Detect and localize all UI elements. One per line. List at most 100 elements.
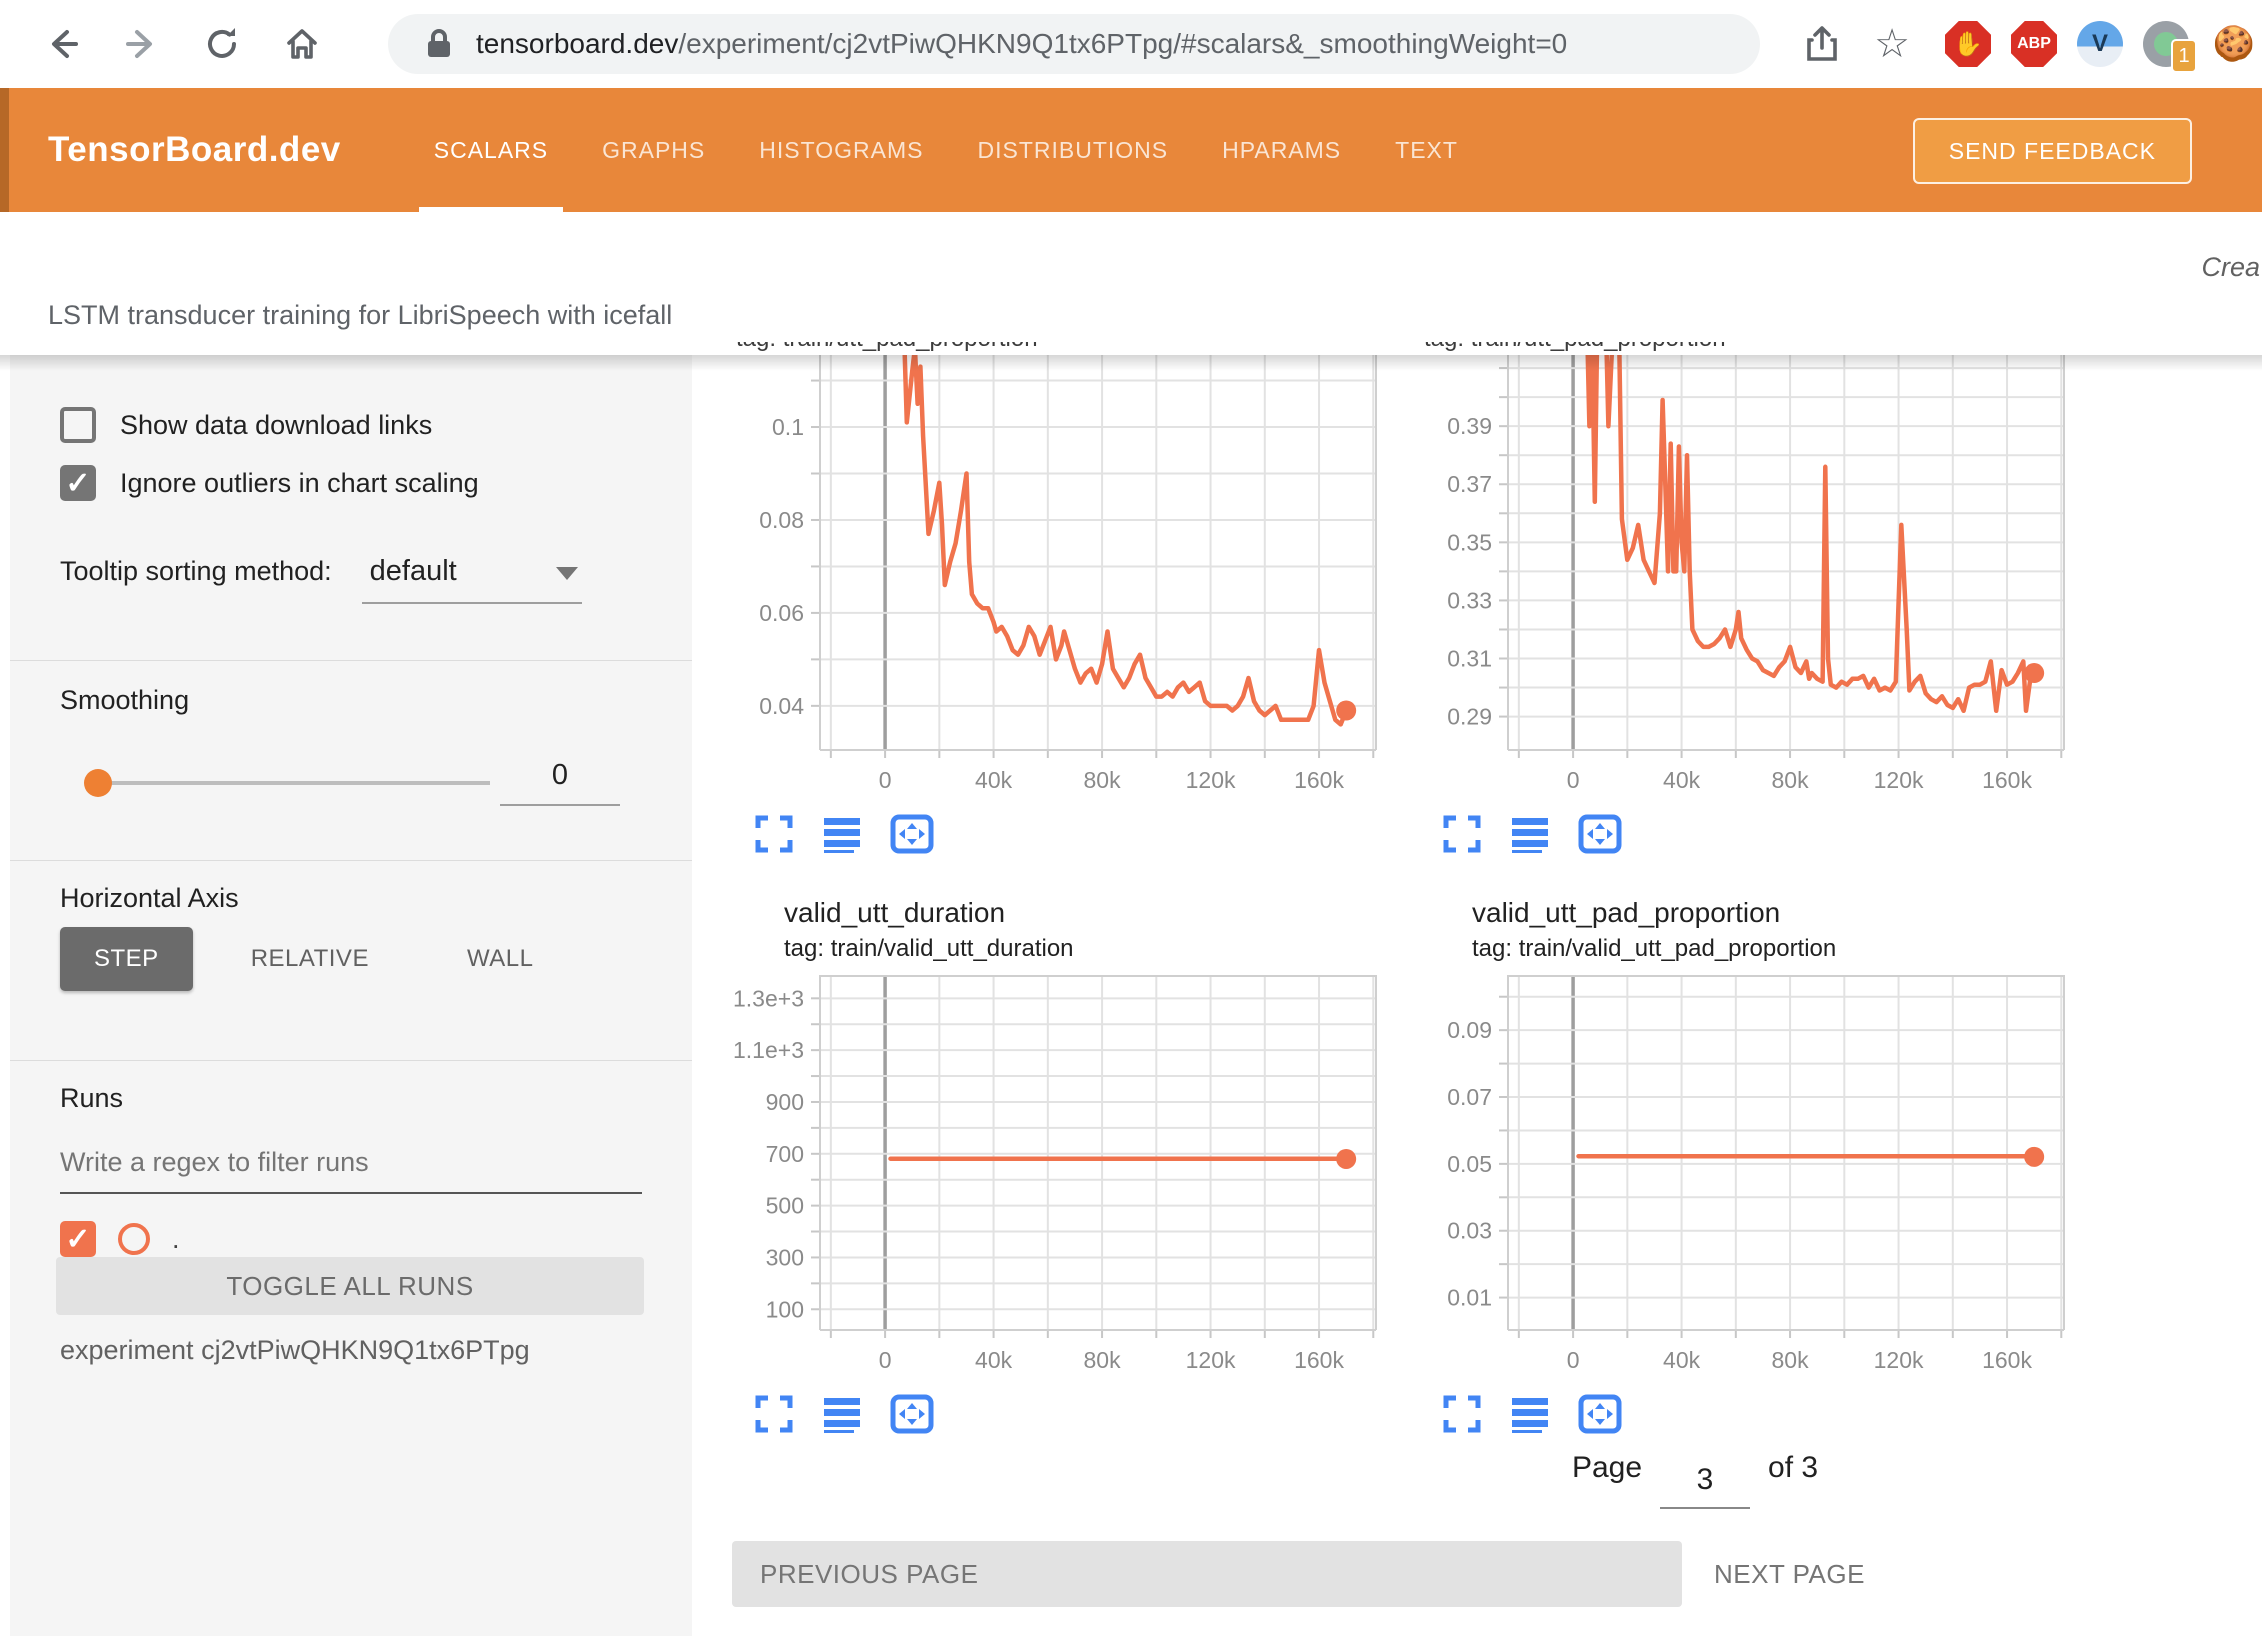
axis-step-button[interactable]: STEP [60, 927, 193, 991]
y-axis-toggle-icon[interactable] [1510, 1394, 1550, 1434]
home-icon[interactable] [276, 18, 328, 70]
smoothing-slider-track[interactable] [98, 781, 490, 785]
chart-area: 0.040.060.080.1040k80k120k160k 0.290.310… [692, 355, 2262, 1636]
svg-text:120k: 120k [1186, 1347, 1236, 1373]
forward-icon[interactable] [116, 18, 168, 70]
runs-filter-input[interactable]: Write a regex to filter runs [60, 1147, 642, 1194]
run-color-swatch[interactable] [118, 1223, 150, 1255]
info-band: Crea LSTM transducer training for LibriS… [0, 212, 2262, 355]
scalar-chart-card: 0.040.060.080.1040k80k120k160k [692, 355, 1380, 854]
fit-domain-icon[interactable] [890, 1394, 934, 1434]
lock-icon [424, 27, 454, 61]
show-download-links-row[interactable]: Show data download links [60, 407, 432, 443]
page-of-label: of 3 [1768, 1451, 1818, 1485]
tooltip-sorting-label: Tooltip sorting method: [60, 556, 332, 587]
chart-plot[interactable]: 0.040.060.080.1040k80k120k160k [692, 355, 1380, 802]
extension-v-icon[interactable]: V [2076, 20, 2124, 68]
chart-actions [754, 814, 1380, 854]
chart-tag: tag: train/valid_utt_duration [784, 935, 1380, 963]
chart-title: valid_utt_duration [784, 897, 1380, 929]
svg-text:40k: 40k [1663, 767, 1701, 793]
svg-text:0: 0 [1567, 1347, 1580, 1373]
chart-plot[interactable]: 0.290.310.330.350.370.39040k80k120k160k [1380, 355, 2068, 802]
ignore-outliers-label: Ignore outliers in chart scaling [120, 468, 479, 499]
run-row: ✓ . [60, 1221, 180, 1257]
address-bar[interactable]: tensorboard.dev/experiment/cj2vtPiwQHKN9… [388, 14, 1760, 74]
chart-plot[interactable]: 1003005007009001.1e+31.3e+3040k80k120k16… [692, 975, 1380, 1382]
app-header: TensorBoard.dev SCALARS GRAPHS HISTOGRAM… [0, 88, 2262, 212]
previous-page-button[interactable]: PREVIOUS PAGE [732, 1541, 1682, 1607]
smoothing-value[interactable]: 0 [500, 759, 620, 806]
svg-text:40k: 40k [975, 1347, 1013, 1373]
svg-text:0.09: 0.09 [1447, 1017, 1492, 1043]
fit-domain-icon[interactable] [1578, 1394, 1622, 1434]
experiment-id-text: experiment cj2vtPiwQHKN9Q1tx6PTpg [60, 1335, 530, 1366]
svg-text:0.31: 0.31 [1447, 646, 1492, 672]
fullscreen-icon[interactable] [754, 1394, 794, 1434]
extension-abp-icon[interactable]: ABP [2010, 20, 2058, 68]
svg-text:160k: 160k [1294, 767, 1344, 793]
axis-relative-button[interactable]: RELATIVE [217, 927, 403, 991]
notification-badge: 1 [2171, 39, 2197, 73]
svg-text:0.33: 0.33 [1447, 587, 1492, 613]
svg-text:160k: 160k [1982, 1347, 2032, 1373]
svg-text:160k: 160k [1982, 767, 2032, 793]
svg-text:120k: 120k [1874, 767, 1924, 793]
horizontal-axis-label: Horizontal Axis [60, 883, 239, 914]
chart-actions [754, 1394, 1380, 1434]
tab-graphs[interactable]: GRAPHS [575, 88, 732, 212]
horizontal-axis-buttons: STEP RELATIVE WALL [60, 927, 567, 991]
toggle-all-runs-button[interactable]: TOGGLE ALL RUNS [56, 1257, 644, 1315]
share-icon[interactable] [1796, 18, 1848, 70]
svg-text:0: 0 [879, 767, 892, 793]
tab-histograms[interactable]: HISTOGRAMS [732, 88, 950, 212]
y-axis-toggle-icon[interactable] [822, 1394, 862, 1434]
reload-icon[interactable] [196, 18, 248, 70]
tab-distributions[interactable]: DISTRIBUTIONS [950, 88, 1195, 212]
ignore-outliers-checkbox[interactable]: ✓ [60, 465, 96, 501]
back-icon[interactable] [36, 18, 88, 70]
tab-scalars[interactable]: SCALARS [407, 88, 575, 212]
extension-profile-icon[interactable]: 1 [2142, 20, 2190, 68]
svg-text:0.01: 0.01 [1447, 1285, 1492, 1311]
tab-hparams[interactable]: HPARAMS [1195, 88, 1368, 212]
chart-title: valid_utt_pad_proportion [1472, 897, 2068, 929]
send-feedback-button[interactable]: SEND FEEDBACK [1913, 118, 2192, 184]
settings-sidebar: Show data download links ✓ Ignore outlie… [0, 355, 692, 1636]
svg-text:80k: 80k [1084, 1347, 1122, 1373]
page-number-input[interactable]: 3 [1660, 1457, 1750, 1509]
fullscreen-icon[interactable] [1442, 814, 1482, 854]
scalar-chart-card: 0.290.310.330.350.370.39040k80k120k160k [1380, 355, 2068, 854]
bookmark-star-icon[interactable]: ☆ [1866, 18, 1918, 70]
ignore-outliers-row[interactable]: ✓ Ignore outliers in chart scaling [60, 465, 479, 501]
smoothing-slider-thumb[interactable] [84, 769, 112, 797]
chart-row-top: 0.040.060.080.1040k80k120k160k 0.290.310… [692, 355, 2068, 854]
chart-plot[interactable]: 0.010.030.050.070.09040k80k120k160k [1380, 975, 2068, 1382]
fit-domain-icon[interactable] [890, 814, 934, 854]
fullscreen-icon[interactable] [1442, 1394, 1482, 1434]
show-download-links-checkbox[interactable] [60, 407, 96, 443]
svg-text:0.07: 0.07 [1447, 1084, 1492, 1110]
url-text: tensorboard.dev/experiment/cj2vtPiwQHKN9… [476, 28, 1567, 60]
svg-text:80k: 80k [1772, 767, 1810, 793]
chart-row-bottom: valid_utt_duration tag: train/valid_utt_… [692, 883, 2068, 1434]
extension-blocker-icon[interactable]: ✋ [1944, 20, 1992, 68]
svg-text:0.39: 0.39 [1447, 413, 1492, 439]
tab-text[interactable]: TEXT [1368, 88, 1485, 212]
run-checkbox[interactable]: ✓ [60, 1221, 96, 1257]
svg-text:100: 100 [766, 1296, 804, 1322]
next-page-button[interactable]: NEXT PAGE [1714, 1541, 1865, 1607]
fit-domain-icon[interactable] [1578, 814, 1622, 854]
axis-wall-button[interactable]: WALL [433, 927, 567, 991]
svg-text:0.1: 0.1 [772, 414, 804, 440]
divider [10, 860, 692, 861]
y-axis-toggle-icon[interactable] [822, 814, 862, 854]
tooltip-sorting-select[interactable]: default [362, 551, 582, 604]
svg-text:0.05: 0.05 [1447, 1151, 1492, 1177]
extension-cookie-icon[interactable]: 🍪 [2210, 20, 2258, 68]
clipped-chart-tag-right: tag: train/utt_pad_proportion [1424, 342, 1894, 355]
y-axis-toggle-icon[interactable] [1510, 814, 1550, 854]
svg-text:0.29: 0.29 [1447, 704, 1492, 730]
fullscreen-icon[interactable] [754, 814, 794, 854]
chevron-down-icon [556, 567, 578, 580]
